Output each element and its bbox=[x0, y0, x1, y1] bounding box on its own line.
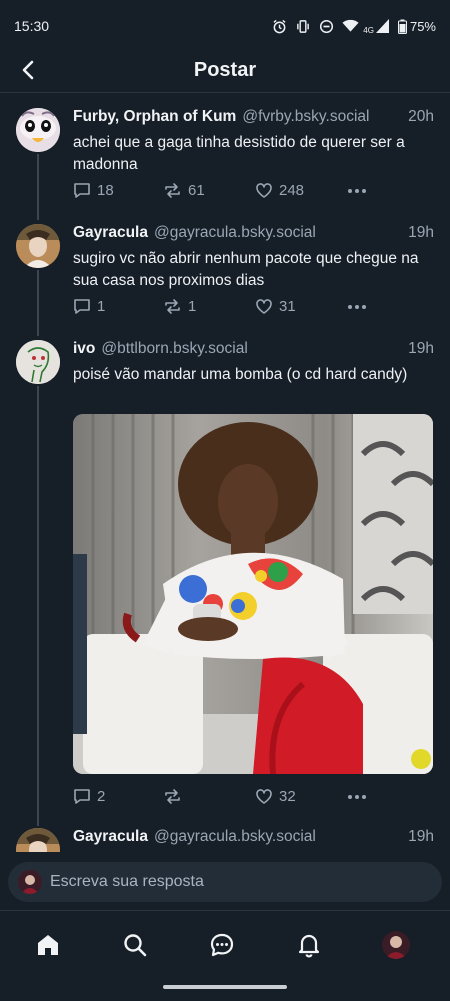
reply-bar: Escreva sua resposta bbox=[0, 852, 450, 910]
reply-count: 18 bbox=[97, 182, 114, 199]
network-type: 4G bbox=[363, 25, 374, 35]
repost-button[interactable]: 61 bbox=[163, 182, 255, 199]
comment-icon bbox=[74, 299, 90, 314]
avatar[interactable] bbox=[16, 108, 60, 152]
more-button[interactable] bbox=[347, 794, 367, 800]
post-text: achei que a gaga tinha desistido de quer… bbox=[73, 134, 405, 173]
more-button[interactable] bbox=[347, 188, 367, 194]
author-name[interactable]: Gayracula bbox=[73, 828, 148, 846]
status-bar: 15:30 4G 75% bbox=[0, 0, 450, 52]
post-time[interactable]: 19h bbox=[398, 828, 434, 846]
comment-icon bbox=[74, 183, 90, 198]
home-indicator bbox=[163, 985, 287, 989]
bell-icon bbox=[298, 934, 320, 958]
reply-input[interactable]: Escreva sua resposta bbox=[8, 862, 442, 902]
like-button[interactable]: 31 bbox=[255, 298, 347, 315]
reply-button[interactable]: 1 bbox=[73, 298, 163, 315]
heart-icon bbox=[256, 299, 272, 314]
page-title: Postar bbox=[193, 58, 257, 81]
comment-icon bbox=[74, 789, 90, 804]
avatar[interactable] bbox=[16, 224, 60, 268]
battery-icon bbox=[397, 19, 407, 34]
search-icon bbox=[124, 934, 147, 957]
more-icon bbox=[348, 304, 366, 309]
author-name[interactable]: Gayracula bbox=[73, 224, 148, 242]
nav-chat[interactable] bbox=[202, 925, 242, 965]
repost-count: 1 bbox=[188, 298, 197, 315]
vibrate-icon bbox=[297, 19, 310, 33]
post-text: poisé vão mandar uma bomba (o cd hard ca… bbox=[73, 366, 408, 383]
post-time[interactable]: 19h bbox=[398, 224, 434, 242]
reply-button[interactable]: 18 bbox=[73, 182, 163, 199]
page-header: Postar bbox=[0, 52, 450, 88]
like-button[interactable]: 32 bbox=[255, 788, 347, 805]
chevron-left-icon bbox=[22, 60, 34, 80]
status-time: 15:30 bbox=[14, 18, 50, 34]
post-item[interactable]: Furby, Orphan of Kum @fvrby.bsky.social … bbox=[0, 108, 450, 208]
cell-signal-icon bbox=[375, 19, 389, 33]
like-button[interactable]: 248 bbox=[255, 182, 347, 199]
avatar[interactable] bbox=[16, 340, 60, 384]
repost-icon bbox=[165, 183, 180, 198]
author-handle[interactable]: @bttlborn.bsky.social bbox=[101, 340, 247, 358]
repost-button[interactable]: 1 bbox=[163, 298, 255, 315]
post-item[interactable]: Gayracula @gayracula.bsky.social 19h sug… bbox=[0, 224, 450, 324]
author-handle[interactable]: @gayracula.bsky.social bbox=[154, 828, 316, 846]
avatar bbox=[18, 870, 42, 894]
nav-search[interactable] bbox=[115, 925, 155, 965]
post-time[interactable]: 19h bbox=[398, 340, 434, 358]
post-item[interactable]: ivo @bttlborn.bsky.social 19h poisé vão … bbox=[0, 340, 450, 810]
avatar bbox=[382, 931, 410, 959]
repost-button[interactable] bbox=[163, 788, 255, 805]
like-count: 31 bbox=[279, 298, 296, 315]
reply-placeholder: Escreva sua resposta bbox=[50, 873, 204, 890]
back-button[interactable] bbox=[12, 54, 44, 86]
author-name[interactable]: Furby, Orphan of Kum bbox=[73, 108, 236, 126]
author-name[interactable]: ivo bbox=[73, 340, 95, 358]
more-button[interactable] bbox=[347, 304, 367, 310]
nav-notifications[interactable] bbox=[289, 925, 329, 965]
post-text: sugiro vc não abrir nenhum pacote que ch… bbox=[73, 250, 419, 289]
home-icon bbox=[38, 935, 58, 955]
heart-icon bbox=[256, 789, 272, 804]
repost-count: 61 bbox=[188, 182, 205, 199]
reply-count: 1 bbox=[97, 298, 106, 315]
reply-button[interactable]: 2 bbox=[73, 788, 163, 805]
more-icon bbox=[348, 188, 366, 193]
nav-profile[interactable] bbox=[376, 925, 416, 965]
author-handle[interactable]: @fvrby.bsky.social bbox=[242, 108, 369, 126]
post-image[interactable] bbox=[73, 414, 433, 774]
wifi-icon bbox=[342, 19, 359, 32]
heart-icon bbox=[256, 183, 272, 198]
author-handle[interactable]: @gayracula.bsky.social bbox=[154, 224, 316, 242]
repost-icon bbox=[165, 299, 180, 314]
battery-level: 75% bbox=[409, 18, 436, 34]
dnd-icon bbox=[320, 19, 334, 33]
nav-home[interactable] bbox=[28, 925, 68, 965]
reply-count: 2 bbox=[97, 788, 106, 805]
chat-icon bbox=[210, 933, 234, 957]
header-divider bbox=[0, 92, 450, 93]
post-item[interactable]: Gayracula @gayracula.bsky.social 19h bbox=[0, 828, 450, 852]
more-icon bbox=[348, 794, 366, 799]
repost-icon bbox=[165, 789, 180, 804]
like-count: 32 bbox=[279, 788, 296, 805]
avatar[interactable] bbox=[16, 828, 60, 852]
like-count: 248 bbox=[279, 182, 305, 199]
post-time[interactable]: 20h bbox=[398, 108, 434, 126]
status-icons: 4G 75% bbox=[272, 18, 436, 35]
alarm-icon bbox=[273, 19, 286, 33]
